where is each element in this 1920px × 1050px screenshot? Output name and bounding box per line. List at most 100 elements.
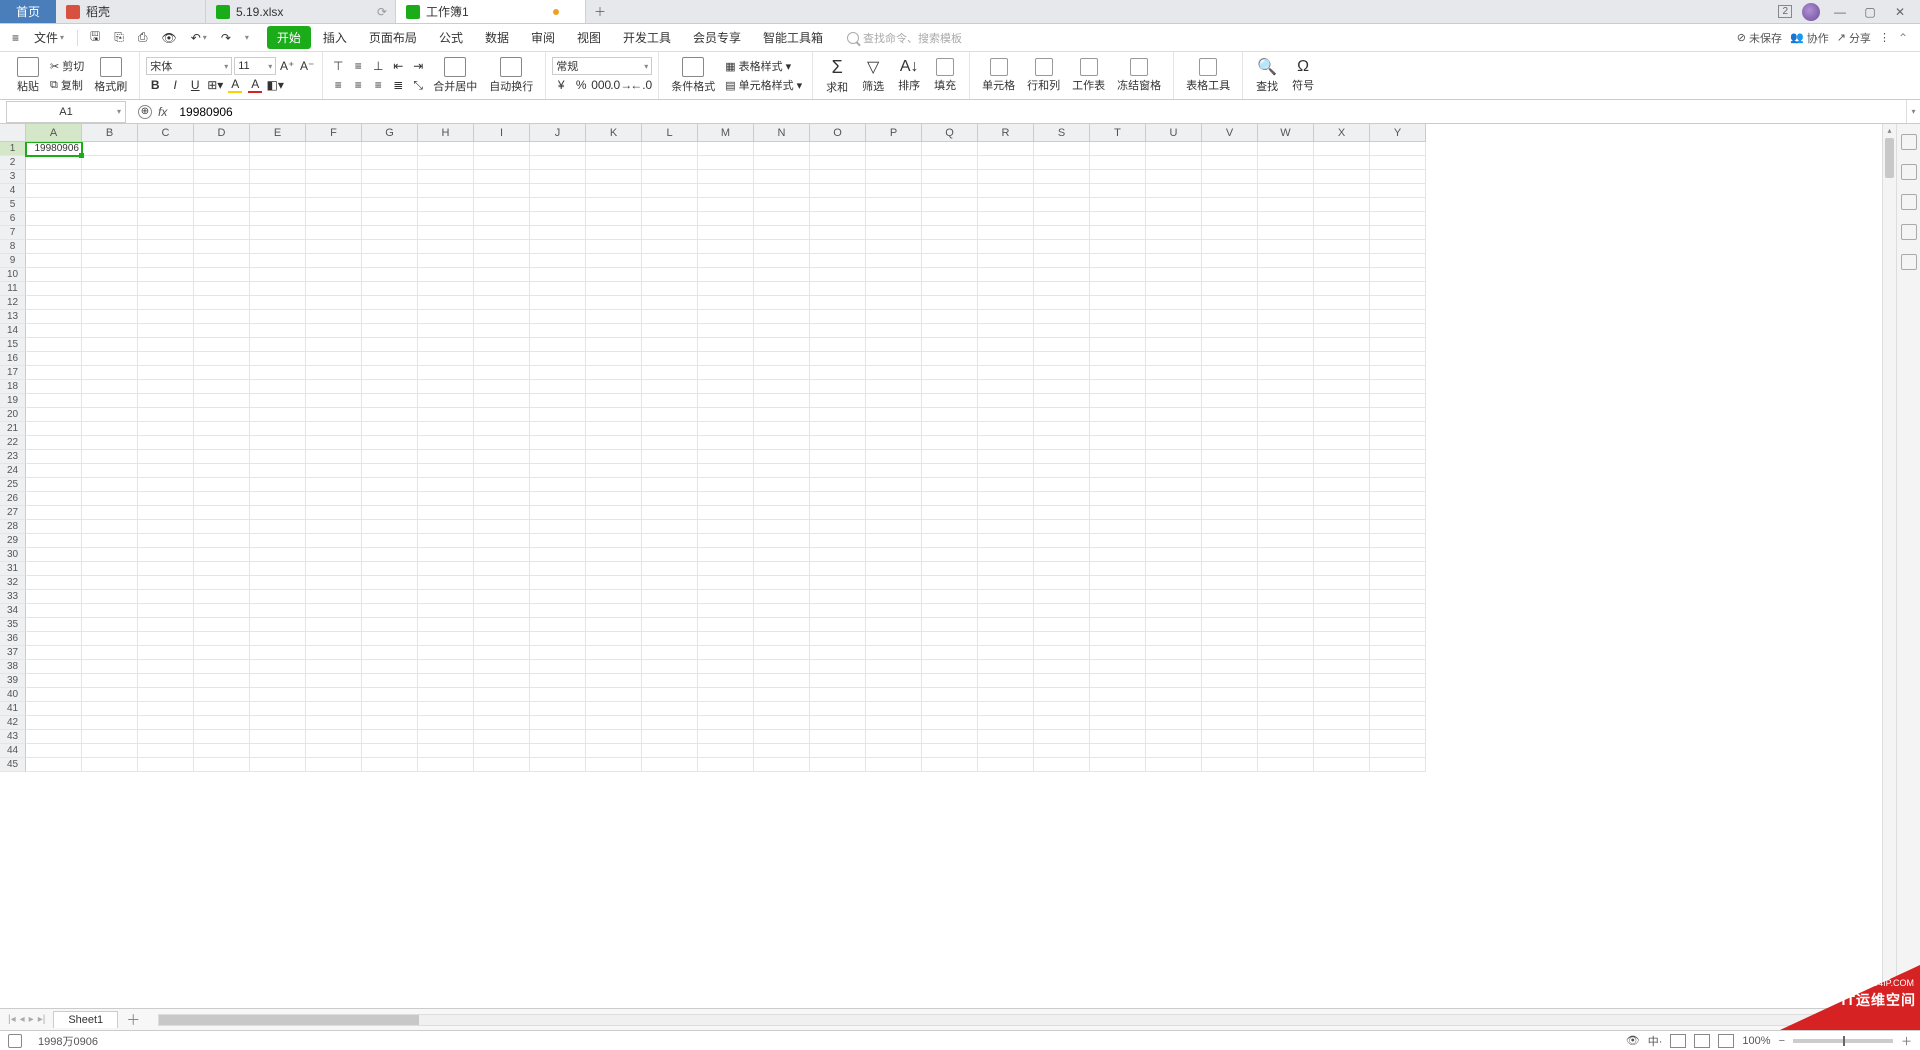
col-header-K[interactable]: K <box>586 124 642 142</box>
cell[interactable] <box>418 464 474 478</box>
cell[interactable] <box>1090 394 1146 408</box>
cell[interactable] <box>978 604 1034 618</box>
spreadsheet-grid[interactable]: ABCDEFGHIJKLMNOPQRSTUVWXY 11998090623456… <box>0 124 1882 1008</box>
col-header-C[interactable]: C <box>138 124 194 142</box>
cell[interactable] <box>474 254 530 268</box>
cell[interactable] <box>474 744 530 758</box>
cell[interactable] <box>1202 184 1258 198</box>
col-header-A[interactable]: A <box>26 124 82 142</box>
cell[interactable] <box>754 702 810 716</box>
cell[interactable] <box>1370 730 1426 744</box>
view-page-icon[interactable] <box>1694 1034 1710 1048</box>
cell[interactable] <box>1258 156 1314 170</box>
cell[interactable] <box>866 716 922 730</box>
ribbon-tab-review[interactable]: 审阅 <box>521 26 565 49</box>
cell[interactable] <box>82 590 138 604</box>
sort-button[interactable]: A↓排序 <box>891 56 927 95</box>
cell[interactable] <box>642 380 698 394</box>
cell[interactable] <box>194 702 250 716</box>
cell[interactable] <box>194 450 250 464</box>
cell[interactable] <box>922 366 978 380</box>
cell[interactable] <box>82 730 138 744</box>
cell[interactable] <box>250 450 306 464</box>
cell[interactable] <box>306 520 362 534</box>
cell[interactable] <box>1370 408 1426 422</box>
cell[interactable] <box>250 170 306 184</box>
cell[interactable] <box>698 212 754 226</box>
cell[interactable] <box>1090 744 1146 758</box>
cell[interactable] <box>978 534 1034 548</box>
cell[interactable] <box>1034 744 1090 758</box>
cell[interactable] <box>866 240 922 254</box>
merge-center-button[interactable]: 合并居中 <box>427 55 483 96</box>
font-color-button[interactable]: A <box>246 76 264 94</box>
cell[interactable] <box>26 534 82 548</box>
cell[interactable] <box>1146 226 1202 240</box>
align-right-icon[interactable]: ≡ <box>369 76 387 94</box>
cell[interactable] <box>586 198 642 212</box>
row-header[interactable]: 1 <box>0 142 26 156</box>
cell[interactable] <box>754 730 810 744</box>
col-header-Y[interactable]: Y <box>1370 124 1426 142</box>
cell[interactable] <box>642 548 698 562</box>
cell[interactable] <box>866 688 922 702</box>
cell[interactable] <box>306 604 362 618</box>
cell[interactable] <box>978 282 1034 296</box>
cell[interactable] <box>1146 590 1202 604</box>
cell[interactable] <box>418 702 474 716</box>
cell[interactable] <box>586 660 642 674</box>
sheet-prev-icon[interactable]: ◂ <box>20 1014 25 1025</box>
cell[interactable] <box>1146 534 1202 548</box>
cell[interactable] <box>1258 688 1314 702</box>
cell[interactable] <box>1090 562 1146 576</box>
cell[interactable] <box>82 562 138 576</box>
cell[interactable] <box>642 366 698 380</box>
cell[interactable] <box>1314 660 1370 674</box>
cell[interactable] <box>1146 492 1202 506</box>
cell[interactable] <box>418 184 474 198</box>
minimize-button[interactable]: — <box>1830 2 1850 22</box>
cell[interactable] <box>138 142 194 156</box>
cell[interactable] <box>698 380 754 394</box>
cell[interactable] <box>1370 534 1426 548</box>
cell[interactable] <box>922 730 978 744</box>
cell[interactable] <box>922 478 978 492</box>
row-header[interactable]: 6 <box>0 212 26 226</box>
cell[interactable] <box>530 324 586 338</box>
cell[interactable] <box>1202 702 1258 716</box>
cell[interactable] <box>1370 590 1426 604</box>
cell[interactable] <box>474 590 530 604</box>
cell[interactable] <box>306 478 362 492</box>
cell[interactable] <box>1370 688 1426 702</box>
cell[interactable] <box>138 338 194 352</box>
cell[interactable] <box>642 576 698 590</box>
cell[interactable] <box>866 324 922 338</box>
cell[interactable] <box>922 548 978 562</box>
cell[interactable] <box>754 198 810 212</box>
cell[interactable] <box>1258 632 1314 646</box>
cell[interactable] <box>978 226 1034 240</box>
cell[interactable] <box>1314 408 1370 422</box>
expand-formula-bar[interactable]: ▾ <box>1906 100 1920 123</box>
cell[interactable] <box>138 436 194 450</box>
find-button[interactable]: 🔍查找 <box>1249 55 1285 96</box>
cell[interactable] <box>138 240 194 254</box>
cell[interactable] <box>1146 618 1202 632</box>
cell[interactable] <box>866 618 922 632</box>
cell[interactable] <box>866 408 922 422</box>
undo-icon[interactable]: ↶▾ <box>185 28 213 48</box>
row-header[interactable]: 17 <box>0 366 26 380</box>
cell[interactable] <box>586 688 642 702</box>
refresh-icon[interactable]: ⟳ <box>377 5 387 19</box>
comma-icon[interactable]: 000 <box>592 76 610 94</box>
cell[interactable] <box>1370 520 1426 534</box>
cell[interactable] <box>82 436 138 450</box>
cell[interactable] <box>250 534 306 548</box>
cell[interactable] <box>922 310 978 324</box>
cell[interactable] <box>474 758 530 772</box>
cell[interactable] <box>810 506 866 520</box>
cell[interactable] <box>754 240 810 254</box>
cell[interactable] <box>698 632 754 646</box>
cell[interactable] <box>362 226 418 240</box>
cell[interactable] <box>1146 436 1202 450</box>
